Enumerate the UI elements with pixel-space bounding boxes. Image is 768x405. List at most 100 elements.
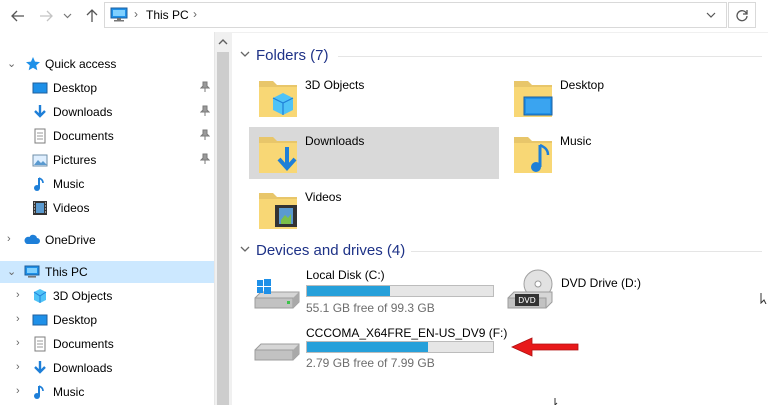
videos-folder-icon <box>259 193 297 229</box>
sidebar-item-label: Documents <box>53 337 114 351</box>
breadcrumb-this-pc[interactable]: This PC <box>146 8 189 22</box>
sidebar-item-music[interactable]: › Music <box>0 381 214 403</box>
sidebar-item-documents[interactable]: Documents <box>0 125 214 147</box>
sidebar-item-label: Documents <box>53 129 114 143</box>
folders-section-title[interactable]: Folders (7) <box>256 47 329 64</box>
section-divider <box>411 251 762 252</box>
desktop-icon <box>32 314 48 326</box>
sidebar-item-label: 3D Objects <box>53 289 113 303</box>
chevron-right-icon[interactable]: › <box>16 385 26 399</box>
breadcrumb-chevron-icon[interactable]: › <box>193 7 197 21</box>
sidebar-item-downloads[interactable]: › Downloads <box>0 357 214 379</box>
sidebar-item-label: Desktop <box>53 313 98 327</box>
back-button[interactable] <box>8 6 28 26</box>
folder-music[interactable]: Music <box>504 127 754 179</box>
chevron-right-icon[interactable]: › <box>16 337 26 351</box>
folder-desktop[interactable]: Desktop <box>504 71 754 123</box>
sidebar-item-label: Downloads <box>53 361 113 375</box>
forward-button[interactable] <box>36 6 56 26</box>
sidebar-item-label: Music <box>53 385 85 399</box>
drive-name: DVD Drive (D:) <box>561 276 641 290</box>
sidebar-item-3d-objects[interactable]: › 3D Objects <box>0 285 214 307</box>
refresh-button[interactable] <box>728 2 756 28</box>
pin-icon[interactable] <box>200 129 210 141</box>
sidebar-item-desktop[interactable]: › Desktop <box>0 309 214 331</box>
sidebar-item-label: This PC <box>45 265 88 279</box>
folder-3d-objects[interactable]: 3D Objects <box>249 71 499 123</box>
music-folder-icon <box>514 137 552 173</box>
desktop-folder-icon <box>514 81 553 117</box>
chevron-right-icon[interactable]: › <box>16 361 26 375</box>
annotation-arrow-icon <box>511 337 579 357</box>
folder-label: Music <box>560 134 592 148</box>
this-pc-icon <box>24 265 40 278</box>
folder-videos[interactable]: Videos <box>249 183 499 235</box>
chevron-right-icon[interactable]: › <box>16 313 26 327</box>
drive-icon <box>254 343 300 361</box>
refresh-icon <box>736 10 748 22</box>
documents-icon <box>34 336 46 352</box>
drive-usage-fill <box>307 342 429 352</box>
downloads-icon <box>34 105 46 118</box>
sidebar-item-label: Music <box>53 177 85 191</box>
folder-label: 3D Objects <box>305 78 365 92</box>
sidebar-item-desktop[interactable]: Desktop <box>0 77 214 99</box>
drive-d[interactable]: DVD DVD Drive (D:) <box>504 264 754 316</box>
downloads-icon <box>34 361 46 374</box>
sidebar-item-this-pc[interactable]: ⌄ This PC <box>0 261 214 283</box>
3d-objects-folder-icon <box>259 81 297 117</box>
drive-free-space: 55.1 GB free of 99.3 GB <box>306 301 435 315</box>
drive-f[interactable]: CCCOMA_X64FRE_EN-US_DV9 (F:) 2.79 GB fre… <box>249 320 509 372</box>
sidebar-item-pictures[interactable]: Pictures <box>0 149 214 171</box>
sidebar-item-documents[interactable]: › Documents <box>0 333 214 355</box>
sidebar-item-music[interactable]: Music <box>0 173 214 195</box>
recent-locations-button[interactable] <box>60 6 74 26</box>
folder-downloads[interactable]: Downloads <box>249 127 499 179</box>
mouse-pointer-icon <box>554 398 558 405</box>
chevron-down-icon[interactable]: ⌄ <box>7 57 17 71</box>
forward-arrow-icon <box>40 10 53 22</box>
drive-free-space: 2.79 GB free of 7.99 GB <box>306 356 435 370</box>
pin-icon[interactable] <box>200 105 210 117</box>
address-bar[interactable]: › This PC › <box>104 2 727 28</box>
downloads-folder-icon <box>259 137 297 173</box>
chevron-right-icon[interactable]: › <box>16 289 26 303</box>
collapse-section-icon[interactable] <box>240 246 250 254</box>
chevron-down-icon <box>63 13 71 19</box>
section-divider <box>338 56 762 57</box>
address-dropdown-icon[interactable] <box>706 12 716 19</box>
drive-c[interactable]: Local Disk (C:) 55.1 GB free of 99.3 GB <box>249 264 499 316</box>
documents-icon <box>34 128 46 144</box>
sidebar-item-label: Desktop <box>53 81 98 95</box>
scrollbar-thumb[interactable] <box>217 52 229 405</box>
3d-objects-icon <box>33 289 47 303</box>
sidebar-item-videos[interactable]: Videos <box>0 197 214 219</box>
sidebar-item-label: OneDrive <box>45 233 96 247</box>
music-icon <box>34 177 44 191</box>
up-button[interactable] <box>82 6 102 26</box>
breadcrumb-separator-icon: › <box>134 7 138 21</box>
sidebar-item-quick-access[interactable]: ⌄ Quick access <box>0 53 214 75</box>
collapse-section-icon[interactable] <box>240 51 250 59</box>
sidebar-item-downloads[interactable]: Downloads <box>0 101 214 123</box>
cursor-icon <box>760 293 767 304</box>
scroll-up-icon[interactable] <box>218 38 228 46</box>
pictures-icon <box>32 154 48 167</box>
videos-icon <box>33 201 47 215</box>
pin-icon[interactable] <box>200 153 210 165</box>
folder-label: Downloads <box>305 134 365 148</box>
chevron-right-icon[interactable]: › <box>7 233 17 247</box>
windows-drive-icon <box>254 279 300 309</box>
sidebar-item-onedrive[interactable]: › OneDrive <box>0 229 214 251</box>
sidebar-item-label: Downloads <box>53 105 113 119</box>
chevron-down-icon[interactable]: ⌄ <box>7 265 17 279</box>
desktop-icon <box>32 82 48 94</box>
dvd-drive-icon: DVD <box>507 269 553 309</box>
drive-name: CCCOMA_X64FRE_EN-US_DV9 (F:) <box>306 326 508 340</box>
sidebar-item-label: Quick access <box>45 57 117 71</box>
music-icon <box>34 385 44 399</box>
devices-section-title[interactable]: Devices and drives (4) <box>256 242 405 259</box>
star-icon <box>26 57 40 71</box>
pin-icon[interactable] <box>200 81 210 93</box>
this-pc-icon <box>110 7 128 22</box>
